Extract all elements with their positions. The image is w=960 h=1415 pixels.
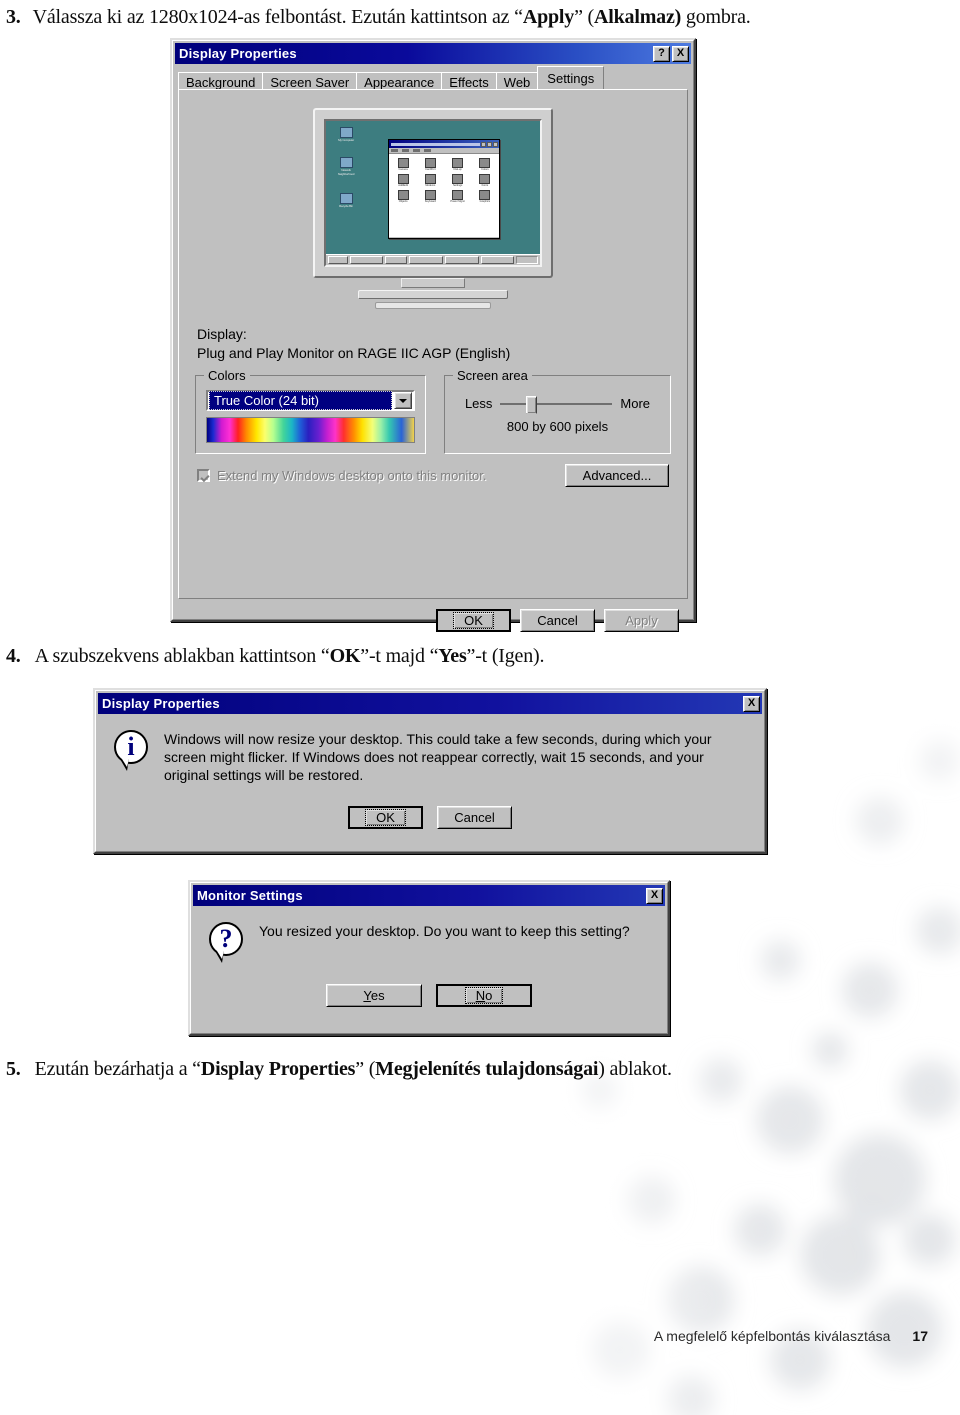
color-spectrum-bar (206, 417, 415, 443)
monitor-settings-titlebar[interactable]: Monitor Settings X (193, 885, 665, 906)
no-button[interactable]: No (436, 984, 532, 1007)
window-title: Display Properties (179, 46, 297, 61)
step-4-number: 4. (6, 645, 21, 667)
preview-icon-recycle-bin: Recycle Bin (334, 193, 358, 208)
resize-dialog-buttons: OK Cancel (98, 790, 762, 843)
screen-area-slider[interactable] (500, 395, 613, 419)
resolution-readout: 800 by 600 pixels (506, 419, 609, 434)
chevron-down-icon[interactable] (393, 392, 412, 409)
no-rest: o (485, 988, 493, 1003)
colors-group: Colors True Color (24 bit) (195, 368, 426, 454)
display-properties-window[interactable]: Display Properties ? X Background Screen… (170, 38, 696, 632)
preview-screen: My Computer Network Neighborhood Recycle… (324, 119, 542, 267)
display-properties-titlebar[interactable]: Display Properties ? X (175, 43, 691, 64)
step-3-text: 3. Válassza ki az 1280x1024-as felbontást… (6, 6, 751, 29)
display-caption: Display: (197, 326, 247, 342)
footer-title: A megfelelő képfelbontás kiválasztása (653, 1328, 891, 1344)
my-computer-icon (339, 127, 353, 138)
display-label: Display: Plug and Play Monitor on RAGE I… (185, 325, 681, 363)
network-neighborhood-icon (339, 157, 353, 168)
step-3-part2: ” ( (574, 6, 595, 28)
ok-button[interactable]: OK (436, 609, 511, 632)
extend-desktop-checkbox[interactable] (197, 469, 210, 482)
no-accel: N (475, 988, 486, 1003)
step-4-part1: A szubszekvens ablakban kattintson “ (34, 645, 330, 667)
resize-notice-dialog[interactable]: Display Properties X i Windows will now … (93, 688, 767, 854)
ok-button[interactable]: OK (348, 806, 423, 829)
step-4-part2: ”-t majd “ (360, 645, 439, 667)
extend-desktop-label: Extend my Windows desktop onto this moni… (217, 468, 487, 483)
step-5-part3: ) ablakot. (598, 1058, 672, 1080)
step-4-part3: ”-t (Igen). (466, 645, 545, 667)
settings-groups: Colors True Color (24 bit) Screen area L… (185, 363, 681, 454)
extend-desktop-row: Extend my Windows desktop onto this moni… (185, 454, 681, 487)
screen-area-group: Screen area Less More 800 by 600 pixels (443, 368, 671, 454)
color-depth-combo[interactable]: True Color (24 bit) (206, 390, 415, 411)
close-icon[interactable]: X (743, 695, 760, 712)
step-4-text: 4. A szubszekvens ablakban kattintson “OK… (6, 645, 545, 668)
dialog-buttons: OK Cancel Apply (175, 599, 691, 632)
resize-dialog-title: Display Properties (102, 696, 220, 711)
preview-taskbar (326, 254, 540, 265)
colors-group-title: Colors (204, 368, 250, 383)
monitor-settings-body: ? You resized your desktop. Do you want … (193, 906, 665, 963)
screen-area-group-title: Screen area (452, 368, 532, 383)
display-adapter-value: Plug and Play Monitor on RAGE IIC AGP (E… (197, 345, 511, 361)
preview-inner-titlebar (389, 140, 499, 148)
cancel-button[interactable]: Cancel (520, 609, 595, 632)
monitor-bezel: My Computer Network Neighborhood Recycle… (313, 108, 553, 278)
slider-more-label: More (620, 396, 651, 411)
monitor-preview: My Computer Network Neighborhood Recycle… (185, 96, 681, 309)
monitor-base (358, 290, 508, 299)
step-4-bold-yes: Yes (438, 645, 467, 667)
close-icon[interactable]: X (672, 45, 689, 62)
step-5-number: 5. (6, 1058, 21, 1080)
yes-accel: Y (363, 988, 371, 1003)
monitor-neck (401, 278, 465, 288)
resize-dialog-body: i Windows will now resize your desktop. … (98, 714, 762, 790)
yes-button[interactable]: Yes (326, 984, 422, 1007)
step-3-part3: gombra. (681, 6, 751, 28)
preview-inner-content: Camera CardPort Dial-up Colors Add/Edit … (389, 154, 499, 237)
start-button-icon (328, 256, 348, 264)
step-5-bold-megjelenites: Megjelenítés tulajdonságai (375, 1058, 599, 1080)
resize-dialog-titlebar[interactable]: Display Properties X (98, 693, 762, 714)
advanced-button[interactable]: Advanced... (565, 464, 669, 487)
preview-inner-window: Camera CardPort Dial-up Colors Add/Edit … (388, 139, 500, 239)
step-5-text: 5. Ezután bezárhatja a “Display Propertie… (6, 1058, 672, 1081)
information-icon: i (114, 730, 154, 784)
color-depth-value: True Color (24 bit) (209, 391, 392, 410)
step-3-part1: Válassza ki az 1280x1024-as felbontást. … (32, 6, 523, 28)
page-number: 17 (912, 1328, 928, 1344)
recycle-bin-icon (339, 193, 353, 204)
step-5-part1: Ezután bezárhatja a “ (34, 1058, 201, 1080)
cancel-button[interactable]: Cancel (437, 806, 512, 829)
step-4-bold-ok: OK (329, 645, 361, 667)
monitor-settings-dialog[interactable]: Monitor Settings X ? You resized your de… (188, 880, 670, 1036)
step-3-bold-alkalmaz: Alkalmaz) (594, 6, 682, 28)
step-5-bold-display-properties: Display Properties (200, 1058, 356, 1080)
monitor-settings-title: Monitor Settings (197, 888, 303, 903)
monitor-settings-message: You resized your desktop. Do you want to… (259, 923, 630, 939)
question-icon: ? (209, 922, 249, 963)
monitor-settings-buttons: Yes No (193, 962, 665, 1021)
monitor-foot (375, 302, 491, 309)
preview-icon-network: Network Neighborhood (334, 157, 358, 176)
clock-icon (516, 256, 538, 264)
tab-settings[interactable]: Settings (537, 66, 605, 89)
help-icon[interactable]: ? (653, 45, 670, 62)
step-5-part2: ” ( (355, 1058, 376, 1080)
close-icon[interactable]: X (646, 887, 663, 904)
resize-dialog-message: Windows will now resize your desktop. Th… (164, 731, 712, 783)
slider-less-label: Less (464, 396, 493, 411)
page-footer: A megfelelő képfelbontás kiválasztása 17 (0, 1328, 960, 1344)
slider-thumb[interactable] (526, 395, 538, 419)
tab-strip: Background Screen Saver Appearance Effec… (175, 66, 691, 91)
step-3-bold-apply: Apply (522, 6, 575, 28)
settings-tab-page: My Computer Network Neighborhood Recycle… (178, 89, 688, 599)
preview-icon-my-computer: My Computer (334, 127, 358, 142)
yes-rest: es (370, 988, 385, 1003)
apply-button: Apply (604, 609, 679, 632)
step-3-number: 3. (6, 6, 21, 28)
